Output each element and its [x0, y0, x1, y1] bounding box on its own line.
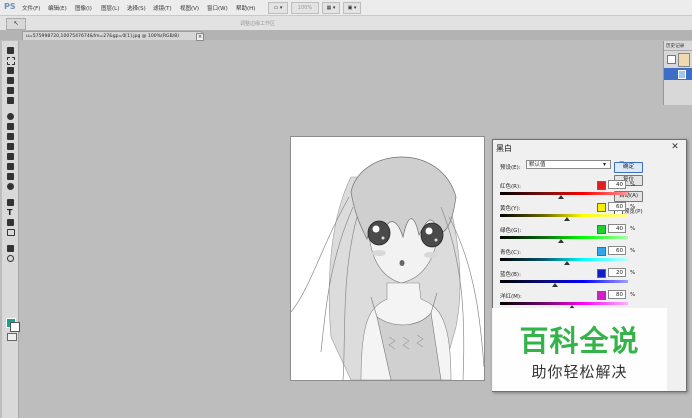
shape-tool-icon[interactable] [7, 229, 15, 236]
green-channel-input[interactable]: 40 [608, 224, 626, 233]
anime-girl-illustration [291, 137, 484, 380]
history-panel-title: 历史记录 [666, 44, 685, 49]
cyan-channel-input[interactable]: 60 [608, 246, 626, 255]
cyan-channel-unit: % [630, 248, 636, 254]
current-tool-button[interactable]: ↖ [6, 18, 26, 30]
document-canvas[interactable] [291, 137, 484, 380]
quick-select-tool-icon[interactable] [7, 77, 14, 84]
dodge-tool-icon[interactable] [7, 183, 14, 190]
menu-layer[interactable]: 图层(L) [101, 4, 119, 12]
magenta-channel-label: 洋红(M): [500, 294, 522, 300]
red-channel-swatch [597, 181, 606, 190]
zoom-tool-icon[interactable] [7, 255, 14, 262]
yellow-channel-input[interactable]: 60 [608, 202, 626, 211]
spot-healing-tool-icon[interactable] [7, 113, 14, 120]
quick-mask-icon[interactable] [7, 333, 17, 341]
screen-mode-button[interactable]: ▭ ▾ [268, 2, 288, 14]
yellow-channel-slider-thumb[interactable] [563, 217, 570, 221]
snapshot-brush-icon[interactable] [667, 55, 676, 64]
preset-select[interactable]: 默认值 [526, 160, 611, 169]
red-channel-label: 红色(R): [500, 184, 521, 190]
pen-tool-icon[interactable] [7, 199, 14, 206]
menu-view[interactable]: 视图(V) [180, 4, 199, 12]
magenta-channel-swatch [597, 291, 606, 300]
history-state-icon [678, 70, 686, 79]
menu-select[interactable]: 选择(S) [127, 4, 146, 12]
menu-filter[interactable]: 滤镜(T) [153, 4, 172, 12]
blue-channel-slider[interactable] [500, 280, 628, 283]
red-channel-input[interactable]: 40 [608, 180, 626, 189]
yellow-channel-swatch [597, 203, 606, 212]
red-channel-unit: % [630, 182, 636, 188]
green-channel-slider-thumb[interactable] [557, 239, 564, 243]
eyedropper-tool-icon[interactable] [7, 97, 14, 104]
red-channel-slider-thumb[interactable] [557, 195, 564, 199]
marquee-tool-icon[interactable] [7, 57, 15, 65]
background-color-swatch[interactable] [10, 322, 20, 332]
magenta-channel-slider[interactable] [500, 302, 628, 305]
paint-bucket-tool-icon[interactable] [7, 163, 14, 170]
ok-button[interactable]: 确定 [614, 162, 643, 173]
magenta-channel-unit: % [630, 292, 636, 298]
menu-help[interactable]: 帮助(H) [236, 4, 255, 12]
menu-edit[interactable]: 编辑(E) [48, 4, 67, 12]
document-tab-close-icon[interactable]: × [196, 33, 204, 41]
cyan-channel-slider-thumb[interactable] [563, 261, 570, 265]
type-tool-icon[interactable]: T [7, 209, 14, 217]
app-logo: PS [4, 2, 16, 11]
options-bar: ↖ 调整边缘工作区 [0, 16, 692, 31]
blue-channel-swatch [597, 269, 606, 278]
yellow-channel-unit: % [630, 204, 636, 210]
red-channel-slider[interactable] [500, 192, 628, 195]
clone-stamp-tool-icon[interactable] [7, 133, 14, 140]
menu-window[interactable]: 窗口(W) [207, 4, 228, 12]
move-tool-icon[interactable] [7, 47, 14, 54]
green-channel-slider[interactable] [500, 236, 628, 239]
green-channel-swatch [597, 225, 606, 234]
blue-channel-label: 蓝色(B): [500, 272, 521, 278]
close-icon[interactable]: ✕ [669, 141, 681, 153]
blue-channel-slider-thumb[interactable] [552, 283, 559, 287]
yellow-channel-label: 黄色(Y): [500, 206, 521, 212]
menu-bar: PS 文件(F) 编辑(E) 图像(I) 图层(L) 选择(S) 滤镜(T) 视… [0, 0, 692, 16]
crop-tool-icon[interactable] [7, 87, 14, 94]
hand-tool-icon[interactable] [7, 245, 14, 252]
blue-channel-unit: % [630, 270, 636, 276]
magenta-channel-input[interactable]: 80 [608, 290, 626, 299]
brush-tool-icon[interactable] [7, 123, 14, 130]
menu-image[interactable]: 图像(I) [75, 4, 92, 12]
watermark-title: 百科全说 [519, 324, 640, 358]
preset-label: 预设(E): [500, 165, 521, 171]
eraser-tool-icon[interactable] [7, 153, 14, 160]
green-channel-label: 绿色(G): [500, 228, 522, 234]
extras-button[interactable]: ▣ ▾ [343, 2, 361, 14]
document-tab[interactable]: u=575998720,1007547674&fm=27&gp=0[1].jpg… [22, 31, 202, 40]
green-channel-unit: % [630, 226, 636, 232]
dialog-title: 黑白 [496, 144, 512, 153]
zoom-level[interactable]: 100% [291, 2, 319, 14]
history-brush-tool-icon[interactable] [7, 143, 14, 150]
refine-edge-hint: 调整边缘工作区 [240, 21, 276, 27]
history-panel: 历史记录 [663, 41, 692, 105]
blur-tool-icon[interactable] [7, 173, 14, 180]
cyan-channel-label: 青色(C): [500, 250, 521, 256]
chevron-down-icon[interactable]: ▾ [603, 161, 606, 168]
watermark-overlay: 百科全说 助你轻松解决 [492, 308, 667, 391]
lasso-tool-icon[interactable] [7, 67, 14, 74]
path-select-tool-icon[interactable] [7, 219, 14, 226]
watermark-subtitle: 助你轻松解决 [531, 363, 628, 381]
blue-channel-input[interactable]: 20 [608, 268, 626, 277]
cyan-channel-swatch [597, 247, 606, 256]
snapshot-thumbnail[interactable] [678, 53, 690, 67]
arrange-button[interactable]: ▦ ▾ [322, 2, 340, 14]
tools-panel: T [2, 41, 20, 418]
menu-file[interactable]: 文件(F) [22, 4, 40, 12]
